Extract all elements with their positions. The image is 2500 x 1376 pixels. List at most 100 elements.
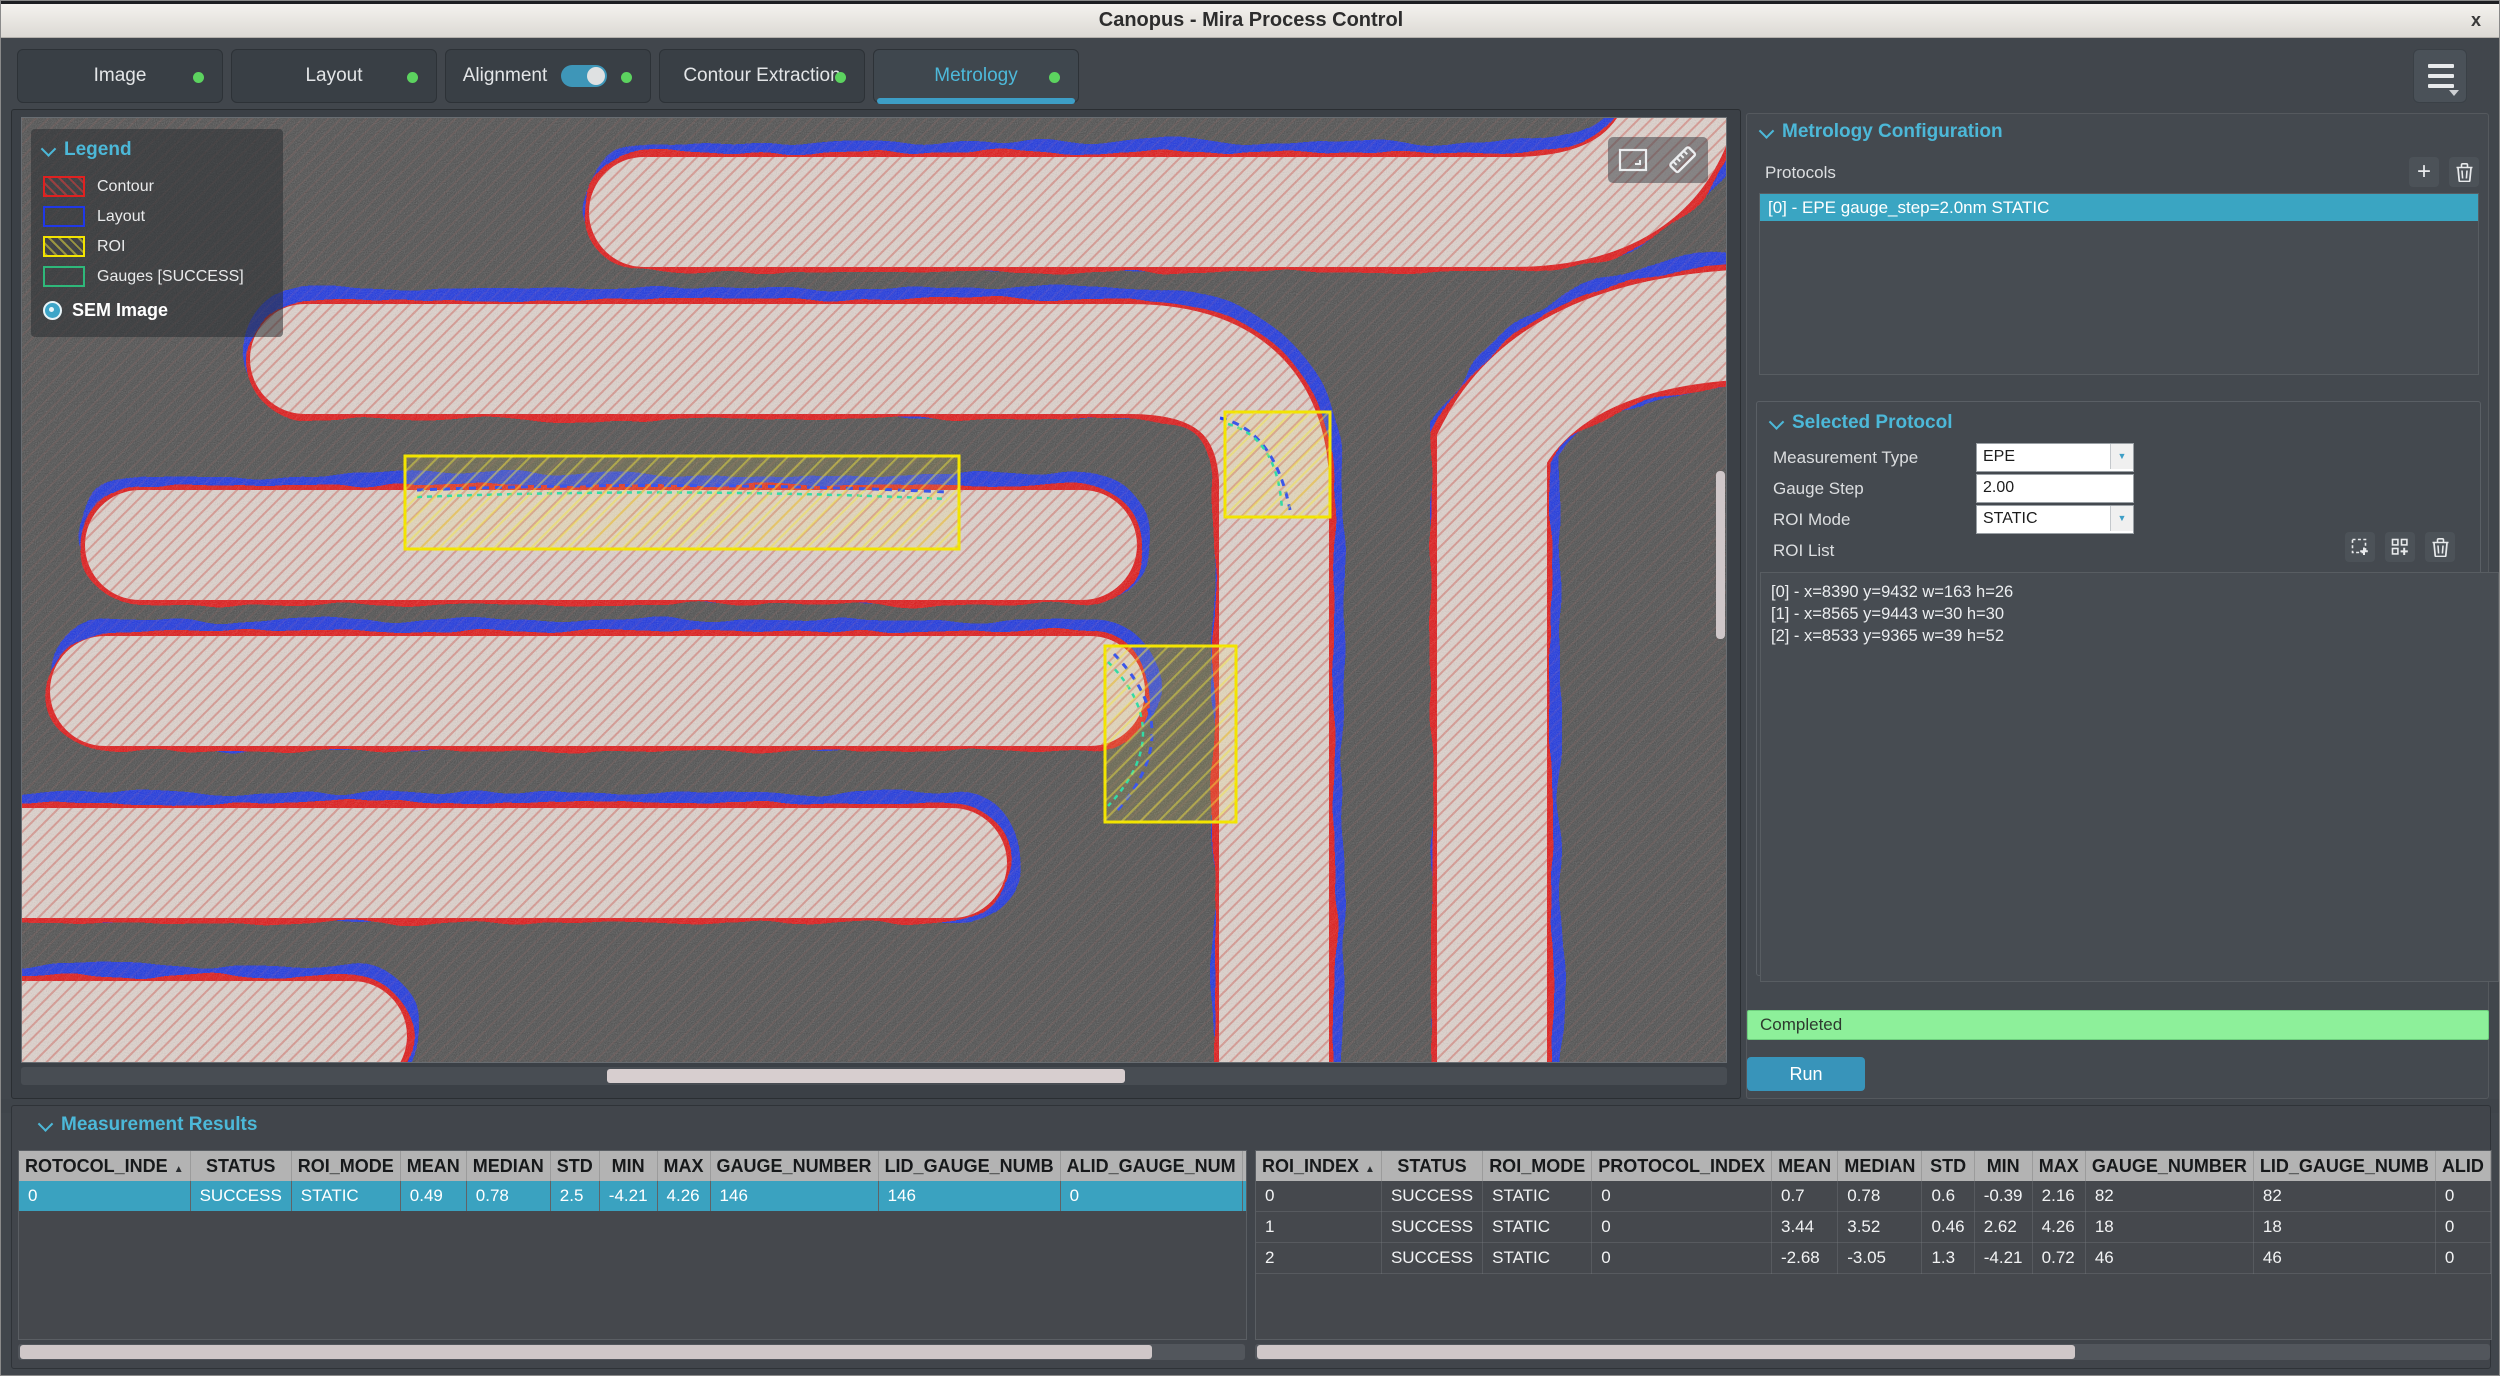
chevron-down-icon [1758, 122, 1775, 139]
column-header[interactable]: STD [550, 1151, 600, 1181]
table-row[interactable]: 0 SUCCESS STATIC 0.49 0.78 2.5 -4.21 4.26 14… [19, 1181, 1246, 1211]
table-row[interactable]: 1 SUCCESS STATIC 0 3.44 3.52 0.46 2.62 4.26 1… [1256, 1211, 2491, 1243]
section-title: Measurement Results [61, 1114, 258, 1135]
legend-label: Layout [97, 207, 146, 225]
column-header[interactable]: ROI_MODE [291, 1151, 401, 1181]
chevron-down-icon [2449, 90, 2459, 96]
chevron-down-icon [40, 140, 57, 157]
tab-metrology[interactable]: Metrology [873, 49, 1079, 104]
trash-icon [2432, 537, 2448, 557]
legend-item-gauges: Gauges [SUCCESS] [43, 266, 271, 287]
chevron-down-icon[interactable]: ▼ [2110, 506, 2133, 531]
column-header[interactable]: GAUGE_NUMBER [710, 1151, 879, 1181]
column-header[interactable]: MIN [599, 1151, 658, 1181]
scrollbar-thumb[interactable] [1716, 471, 1725, 639]
ruler-icon[interactable] [1667, 145, 1699, 175]
right-table-scrollbar [1255, 1344, 2490, 1360]
roi-list-label: ROI List [1773, 541, 1835, 560]
scrollbar-thumb[interactable] [607, 1069, 1125, 1083]
selected-protocol-header[interactable]: Selected Protocol [1768, 412, 1953, 434]
column-header[interactable]: ALID_GAUGE_NUM [1060, 1151, 1243, 1181]
add-roi-grid-button[interactable] [2385, 532, 2415, 562]
column-header[interactable]: MEDIAN [1837, 1151, 1923, 1181]
protocols-label: Protocols [1765, 163, 1836, 182]
status-dot [193, 72, 204, 83]
run-button[interactable]: Run [1747, 1057, 1865, 1091]
gauge-step-input[interactable]: 2.00 [1976, 474, 2134, 503]
tab-layout[interactable]: Layout [231, 49, 437, 103]
protocol-list-item-selected[interactable]: [0] - EPE gauge_step=2.0nm STATIC [1760, 194, 2478, 221]
sem-image-radio-row[interactable]: SEM Image [43, 300, 271, 321]
measurement-type-select[interactable]: EPE ▼ [1976, 443, 2134, 472]
column-header[interactable]: MEAN [1771, 1151, 1839, 1181]
application-window: Canopus - Mira Process Control x Image L… [0, 0, 2500, 1376]
roi-list-item[interactable]: [0] - x=8390 y=9432 w=163 h=26 [1771, 581, 2488, 603]
roi-mode-label: ROI Mode [1773, 510, 1851, 529]
scrollbar-thumb[interactable] [20, 1345, 1152, 1359]
column-header[interactable]: A [1242, 1151, 1246, 1181]
column-header[interactable]: MEAN [400, 1151, 467, 1181]
tab-image-label: Image [93, 65, 147, 86]
protocol-results-table: ROTOCOL_INDE ▲ STATUS ROI_MODE MEAN MEDIA… [18, 1150, 1247, 1340]
add-protocol-button[interactable]: + [2409, 157, 2439, 187]
delete-protocol-button[interactable] [2449, 157, 2479, 187]
window-title: Canopus - Mira Process Control [1098, 9, 1404, 31]
add-roi-icon [2351, 538, 2368, 555]
column-header[interactable]: GAUGE_NUMBER [2085, 1151, 2254, 1181]
toggle-knob [587, 67, 606, 85]
column-header[interactable]: ROTOCOL_INDE ▲ [19, 1151, 191, 1181]
roi-list-item[interactable]: [1] - x=8565 y=9443 w=30 h=30 [1771, 603, 2488, 625]
roi-list-item[interactable]: [2] - x=8533 y=9365 w=39 h=52 [1771, 625, 2488, 647]
section-title: Metrology Configuration [1782, 121, 2003, 142]
legend-label: ROI [97, 237, 126, 255]
column-header[interactable]: ROI_MODE [1482, 1151, 1593, 1181]
status-dot [621, 72, 632, 83]
column-header[interactable]: MIN [1974, 1151, 2033, 1181]
hamburger-menu-icon[interactable] [2413, 49, 2467, 103]
column-header[interactable]: ROI_INDEX ▲ [1256, 1151, 1382, 1181]
tab-contour-extraction[interactable]: Contour Extraction [659, 49, 865, 103]
tab-alignment[interactable]: Alignment [445, 49, 651, 103]
chevron-down-icon [37, 1115, 54, 1132]
column-header[interactable]: PROTOCOL_INDEX [1591, 1151, 1772, 1181]
viewer-horizontal-scrollbar [21, 1067, 1727, 1085]
column-header[interactable]: STD [1921, 1151, 1975, 1181]
column-header[interactable]: MAX [2032, 1151, 2086, 1181]
tab-image[interactable]: Image [17, 49, 223, 103]
table-header-row: ROTOCOL_INDE ▲ STATUS ROI_MODE MEAN MEDIA… [19, 1151, 1246, 1181]
alignment-toggle[interactable] [561, 65, 608, 87]
roi-mode-select[interactable]: STATIC ▼ [1976, 505, 2134, 534]
viewer-vertical-scrollbar [1715, 117, 1726, 1063]
column-header[interactable]: ALID [2435, 1151, 2491, 1181]
metrology-configuration-header[interactable]: Metrology Configuration [1758, 121, 2003, 143]
measurement-results-panel: Measurement Results ROTOCOL_INDE ▲ STATUS… [11, 1105, 2492, 1369]
layout-swatch [43, 206, 85, 227]
radio-selected-icon[interactable] [43, 301, 62, 320]
close-icon[interactable]: x [2463, 10, 2489, 34]
protocol-list[interactable]: [0] - EPE gauge_step=2.0nm STATIC [1759, 193, 2479, 375]
scrollbar-thumb[interactable] [1257, 1345, 2075, 1359]
column-header[interactable]: STATUS [190, 1151, 292, 1181]
column-header[interactable]: MAX [657, 1151, 711, 1181]
tab-contour-extraction-label: Contour Extraction [683, 65, 841, 86]
delete-roi-button[interactable] [2425, 532, 2455, 562]
chevron-down-icon[interactable]: ▼ [2110, 444, 2133, 469]
roi-list[interactable]: [0] - x=8390 y=9432 w=163 h=26 [1] - x=8… [1760, 572, 2499, 982]
left-table-scrollbar [18, 1344, 1245, 1360]
column-header[interactable]: MEDIAN [466, 1151, 551, 1181]
table-row[interactable]: 0 SUCCESS STATIC 0 0.7 0.78 0.6 -0.39 2.16 82… [1256, 1181, 2491, 1212]
sort-asc-icon: ▲ [1365, 1163, 1375, 1175]
tab-layout-label: Layout [305, 65, 363, 86]
fit-view-icon[interactable] [1618, 148, 1648, 172]
section-title: Selected Protocol [1792, 412, 1953, 433]
input-value: 2.00 [1983, 479, 2015, 496]
measurement-results-header[interactable]: Measurement Results [37, 1114, 258, 1136]
column-header[interactable]: STATUS [1381, 1151, 1484, 1181]
add-roi-button[interactable] [2345, 532, 2375, 562]
column-header[interactable]: LID_GAUGE_NUMB [2253, 1151, 2436, 1181]
legend-item-layout: Layout [43, 206, 271, 227]
plus-icon: + [2416, 158, 2431, 185]
legend-header[interactable]: Legend [40, 139, 271, 161]
table-row[interactable]: 2 SUCCESS STATIC 0 -2.68 -3.05 1.3 -4.21 0.7… [1256, 1242, 2491, 1274]
column-header[interactable]: LID_GAUGE_NUMB [878, 1151, 1061, 1181]
